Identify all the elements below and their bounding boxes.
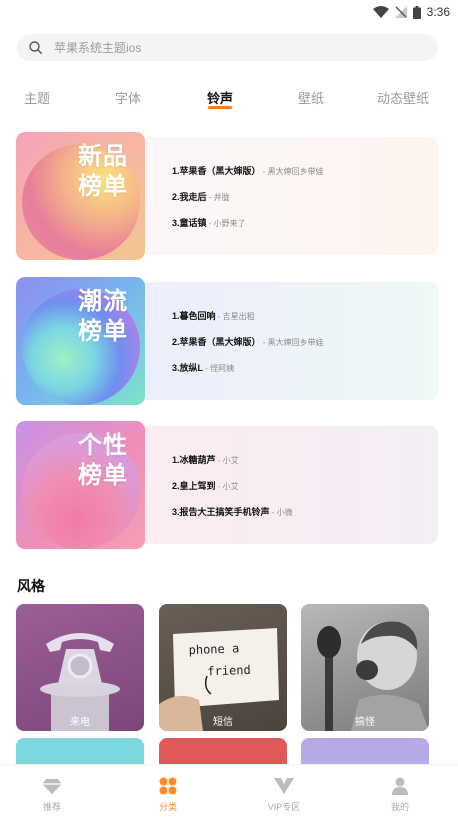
tab-theme[interactable]: 主题 [24, 88, 50, 107]
list-item[interactable]: 1.苹果香（黑大婶版） - 黑大婶回乡带娃 [172, 158, 438, 184]
list-item[interactable]: 3.报告大王搞笑手机铃声 - 小微 [172, 499, 438, 525]
tab-wallpaper[interactable]: 壁纸 [298, 88, 324, 107]
chart-trend[interactable]: 1.暮色回响 - 吉星出租 2.苹果香（黑大婶版） - 黑大婶回乡带娃 3.放纵… [16, 277, 438, 405]
wifi-icon [372, 6, 389, 18]
cover-title: 个性 榜单 [78, 432, 128, 489]
active-tab-indicator [208, 106, 232, 109]
chart-list: 1.暮色回响 - 吉星出租 2.苹果香（黑大婶版） - 黑大婶回乡带娃 3.放纵… [138, 282, 438, 400]
nav-category[interactable]: 分类 [138, 775, 198, 813]
list-item[interactable]: 1.暮色回响 - 吉星出租 [172, 303, 438, 329]
note-handwriting: phone a friend [188, 641, 251, 679]
category-icon [159, 777, 177, 795]
search-icon [29, 41, 42, 54]
chart-cover: 个性 榜单 [16, 421, 145, 549]
battery-icon [412, 5, 421, 19]
status-bar: 3:36 [0, 0, 458, 24]
search-bar[interactable]: 苹果系统主题ios [17, 34, 438, 61]
vip-icon [274, 778, 294, 794]
chart-cover: 新品 榜单 [16, 132, 145, 260]
status-time: 3:36 [426, 5, 450, 19]
list-item[interactable]: 2.苹果香（黑大婶版） - 黑大婶回乡带娃 [172, 329, 438, 355]
nav-recommend[interactable]: 推荐 [22, 775, 82, 813]
no-signal-icon [394, 6, 407, 18]
profile-icon [392, 777, 408, 795]
tab-ringtone[interactable]: 铃声 [207, 88, 233, 107]
telephone-image [40, 633, 120, 731]
chart-new[interactable]: 1.苹果香（黑大婶版） - 黑大婶回乡带娃 2.我走后 - 井胧 3.童话镇 -… [16, 132, 438, 260]
style-card-label: 搞怪 [355, 717, 375, 728]
list-item[interactable]: 2.我走后 - 井胧 [172, 184, 438, 210]
bottom-nav: 推荐 分类 VIP专区 我的 [0, 764, 458, 820]
chart-personal[interactable]: 1.冰糖葫芦 - 小艾 2.皇上驾到 - 小艾 3.报告大王搞笑手机铃声 - 小… [16, 421, 438, 549]
section-title-style: 风格 [17, 578, 45, 594]
category-tabs: 主题 字体 铃声 壁纸 动态壁纸 [0, 88, 458, 114]
style-card-label: 来电 [70, 717, 90, 728]
cover-title: 新品 榜单 [78, 143, 128, 200]
list-item[interactable]: 2.皇上驾到 - 小艾 [172, 473, 438, 499]
list-item[interactable]: 3.童话镇 - 小野来了 [172, 210, 438, 236]
tab-live-wallpaper[interactable]: 动态壁纸 [377, 88, 429, 107]
style-card-sms[interactable]: phone a friend 短信 [159, 604, 287, 731]
style-card-label: 短信 [213, 717, 233, 728]
nav-profile[interactable]: 我的 [370, 775, 430, 813]
shouting-boy-image [317, 621, 429, 731]
style-card-funny[interactable]: 搞怪 [301, 604, 429, 731]
chart-cover: 潮流 榜单 [16, 277, 145, 405]
style-card-incoming-call[interactable]: 来电 [16, 604, 144, 731]
cover-title: 潮流 榜单 [78, 288, 128, 345]
search-placeholder: 苹果系统主题ios [54, 41, 142, 55]
nav-vip[interactable]: VIP专区 [254, 775, 314, 813]
diamond-icon [42, 779, 62, 794]
list-item[interactable]: 1.冰糖葫芦 - 小艾 [172, 447, 438, 473]
chart-list: 1.苹果香（黑大婶版） - 黑大婶回乡带娃 2.我走后 - 井胧 3.童话镇 -… [138, 137, 438, 255]
list-item[interactable]: 3.放纵L - 怪阿姨 [172, 355, 438, 381]
tab-font[interactable]: 字体 [115, 88, 141, 107]
chart-list: 1.冰糖葫芦 - 小艾 2.皇上驾到 - 小艾 3.报告大王搞笑手机铃声 - 小… [138, 426, 438, 544]
